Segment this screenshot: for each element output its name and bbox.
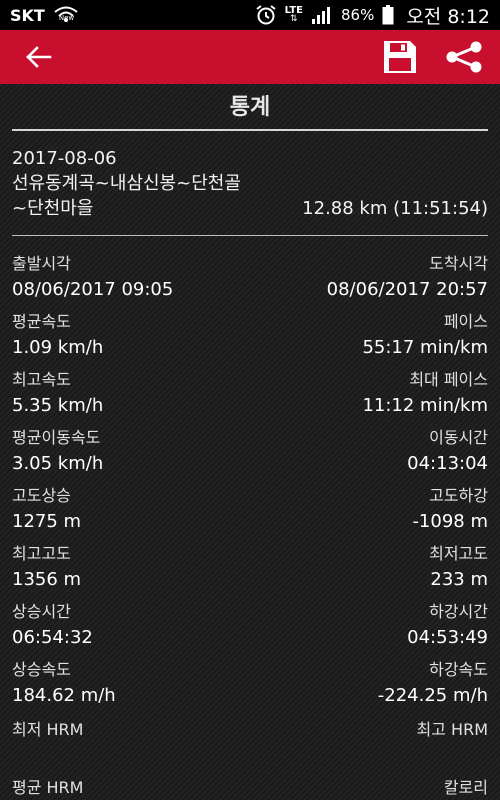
stat-moving-time: 이동시간 04:13:04 [248, 426, 488, 478]
page-title: 통계 [229, 95, 271, 120]
track-date: 2017-08-06 [12, 148, 117, 169]
stat-ascent-time: 상승시간 06:54:32 [12, 600, 242, 652]
clock: 오전 8:12 [406, 5, 490, 28]
stat-start-time: 출발시각 08/06/2017 09:05 [12, 252, 242, 304]
carrier-label: SKT [10, 5, 45, 25]
app-bar [0, 30, 500, 84]
signal-strength-icon [311, 5, 333, 25]
route-name-line2: ~단천마을 [12, 198, 94, 219]
stat-label: 최저고도 [429, 544, 488, 563]
status-bar: SKT New LTE ⇅ 86% 오전 8:12 [0, 0, 500, 30]
share-icon [446, 41, 482, 73]
stat-label: 평균속도 [12, 312, 71, 331]
stat-max-pace: 최대 페이스 11:12 min/km [248, 368, 488, 420]
stat-value: 11:12 min/km [362, 395, 488, 416]
stat-label: 평균 HRM [12, 778, 84, 797]
stat-value: -224.25 m/h [377, 685, 488, 706]
arrow-left-icon [26, 46, 52, 68]
stat-label: 최고속도 [12, 370, 71, 389]
data-arrows-icon: ⇅ [290, 14, 298, 24]
stat-max-altitude: 최고고도 1356 m [12, 542, 242, 594]
stat-value: 55:17 min/km [362, 337, 488, 358]
share-button[interactable] [444, 40, 484, 74]
stat-value: 184.62 m/h [12, 685, 116, 706]
stat-value: 06:54:32 [12, 627, 93, 648]
stat-value: 04:53:49 [407, 627, 488, 648]
stat-min-hrm: 최저 HRM [12, 718, 242, 770]
route-name-line1: 선유동계곡~내삼신봉~단천골 [12, 173, 241, 194]
stat-ascent-rate: 상승속도 184.62 m/h [12, 658, 242, 710]
stat-max-speed: 최고속도 5.35 km/h [12, 368, 242, 420]
stat-end-time: 도착시각 08/06/2017 20:57 [248, 252, 488, 304]
stat-label: 평균이동속도 [12, 428, 101, 447]
stat-label: 상승속도 [12, 660, 71, 679]
floppy-disk-icon [384, 41, 416, 73]
stat-label: 출발시각 [12, 254, 71, 273]
track-summary: 2017-08-06 선유동계곡~내삼신봉~단천골 ~단천마을 12.88 km… [12, 147, 488, 221]
stat-max-hrm: 최고 HRM [248, 718, 488, 770]
lte-indicator: LTE ⇅ [285, 6, 303, 24]
stat-value: 233 m [430, 569, 488, 590]
stat-value: 3.05 km/h [12, 453, 104, 474]
stat-label: 상승시간 [12, 602, 71, 621]
stat-label: 이동시간 [429, 428, 488, 447]
stat-value: 04:13:04 [407, 453, 488, 474]
stat-elevation-loss: 고도하강 -1098 m [248, 484, 488, 536]
stat-avg-speed: 평균속도 1.09 km/h [12, 310, 242, 362]
stat-label: 최저 HRM [12, 720, 84, 739]
stat-value: -1098 m [412, 511, 488, 532]
summary-divider [12, 235, 488, 236]
distance-duration: 12.88 km (11:51:54) [302, 198, 488, 219]
save-button[interactable] [382, 40, 418, 74]
stat-calories: 칼로리 [248, 776, 488, 800]
battery-percent: 86% [340, 6, 375, 24]
stat-label: 하강시간 [429, 602, 488, 621]
stat-avg-hrm: 평균 HRM [12, 776, 242, 800]
stat-value: 08/06/2017 20:57 [326, 279, 488, 300]
stat-elevation-gain: 고도상승 1275 m [12, 484, 242, 536]
stat-avg-moving-speed: 평균이동속도 3.05 km/h [12, 426, 242, 478]
stat-label: 하강속도 [429, 660, 488, 679]
stat-label: 고도상승 [12, 486, 71, 505]
stat-label: 최고고도 [12, 544, 71, 563]
stat-label: 고도하강 [429, 486, 488, 505]
stat-value [12, 742, 242, 770]
stat-descent-rate: 하강속도 -224.25 m/h [248, 658, 488, 710]
stat-value [248, 742, 488, 770]
stat-label: 페이스 [443, 312, 488, 331]
battery-icon [382, 5, 394, 25]
stat-label: 칼로리 [443, 778, 488, 797]
stat-label: 도착시각 [429, 254, 488, 273]
stat-value: 1275 m [12, 511, 82, 532]
network-new-badge: New [58, 14, 75, 22]
wifi-icon: New [53, 5, 79, 25]
stat-label: 최대 페이스 [409, 370, 488, 389]
stat-value: 1356 m [12, 569, 82, 590]
title-divider [12, 129, 488, 131]
stat-value: 1.09 km/h [12, 337, 104, 358]
stat-label: 최고 HRM [416, 720, 488, 739]
stat-value: 5.35 km/h [12, 395, 104, 416]
stat-min-altitude: 최저고도 233 m [248, 542, 488, 594]
stat-value: 08/06/2017 09:05 [12, 279, 174, 300]
back-button[interactable] [22, 42, 54, 72]
alarm-icon [255, 4, 277, 26]
stat-descent-time: 하강시간 04:53:49 [248, 600, 488, 652]
stat-pace: 페이스 55:17 min/km [248, 310, 488, 362]
